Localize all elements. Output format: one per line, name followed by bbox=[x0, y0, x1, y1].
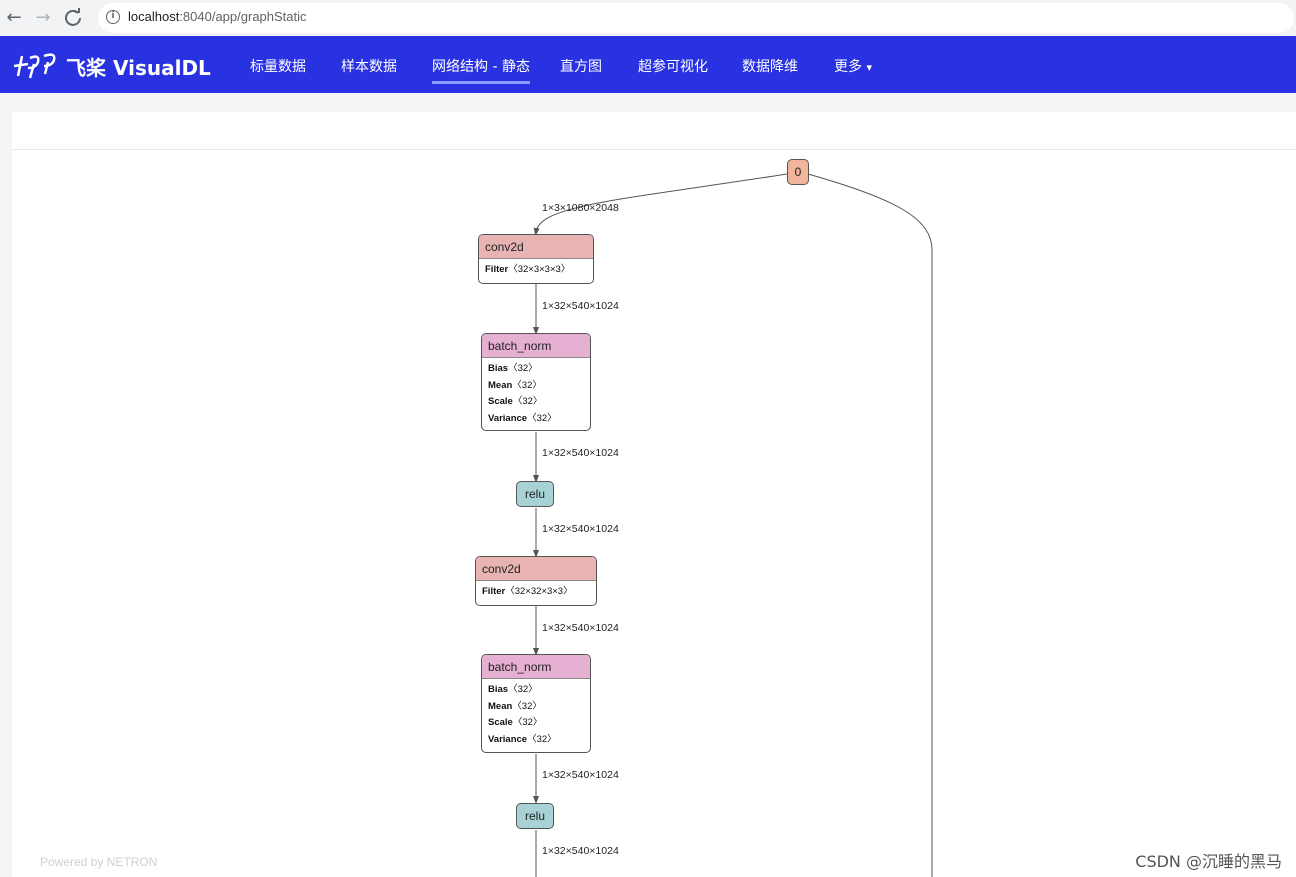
attr-name: Mean bbox=[488, 700, 513, 712]
edge-input-skip bbox=[807, 173, 933, 877]
attr-value: 〈32〉 bbox=[508, 363, 538, 374]
edge-label: 1×32×540×1024 bbox=[542, 523, 619, 535]
attr-name: Filter bbox=[482, 586, 506, 597]
attr-value: 〈32〉 bbox=[508, 684, 538, 695]
node-attribute: Mean〈32〉 bbox=[488, 699, 584, 716]
edge-label: 1×32×540×1024 bbox=[542, 769, 619, 781]
graph-input-node[interactable]: 0 bbox=[787, 159, 809, 185]
node-title: batch_norm bbox=[482, 334, 590, 358]
node-title: conv2d bbox=[476, 557, 596, 581]
attr-value: 〈32×32×3×3〉 bbox=[505, 586, 573, 597]
relu-node[interactable]: relu bbox=[516, 803, 554, 829]
edge-label: 1×3×1080×2048 bbox=[542, 202, 619, 214]
attr-value: 〈32×3×3×3〉 bbox=[508, 264, 571, 275]
node-title: conv2d bbox=[479, 235, 593, 259]
attr-value: 〈32〉 bbox=[512, 379, 542, 391]
node-attribute: Bias〈32〉 bbox=[488, 361, 584, 378]
node-attributes: Filter〈32×32×3×3〉 bbox=[476, 581, 596, 601]
attr-name: Scale bbox=[488, 717, 513, 728]
node-attribute: Filter〈32×3×3×3〉 bbox=[485, 262, 587, 279]
node-attribute: Bias〈32〉 bbox=[488, 682, 584, 699]
edge-label: 1×32×540×1024 bbox=[542, 622, 619, 634]
edge-label: 1×32×540×1024 bbox=[542, 300, 619, 312]
conv2d-node[interactable]: conv2d Filter〈32×32×3×3〉 bbox=[475, 556, 597, 606]
attr-value: 〈32〉 bbox=[527, 733, 557, 745]
graph-edges bbox=[533, 173, 933, 877]
conv2d-node[interactable]: conv2d Filter〈32×3×3×3〉 bbox=[478, 234, 594, 284]
attr-name: Variance bbox=[488, 412, 528, 424]
edge-label: 1×32×540×1024 bbox=[542, 447, 619, 459]
batch-norm-node[interactable]: batch_norm Bias〈32〉 Mean〈32〉 Scale〈32〉 V… bbox=[481, 333, 591, 431]
attr-name: Mean bbox=[488, 379, 513, 391]
node-attribute: Mean〈32〉 bbox=[488, 378, 584, 395]
node-attribute: Scale〈32〉 bbox=[488, 394, 584, 411]
node-attributes: Bias〈32〉 Mean〈32〉 Scale〈32〉 Variance〈32〉 bbox=[482, 679, 590, 748]
attr-name: Bias bbox=[488, 684, 509, 695]
powered-by-netron: Powered by NETRON bbox=[40, 855, 158, 869]
attr-value: 〈32〉 bbox=[527, 412, 557, 424]
node-attribute: Variance〈32〉 bbox=[488, 411, 584, 428]
watermark: CSDN @沉睡的黑马 bbox=[1135, 852, 1282, 871]
attr-name: Scale bbox=[488, 396, 513, 407]
batch-norm-node[interactable]: batch_norm Bias〈32〉 Mean〈32〉 Scale〈32〉 V… bbox=[481, 654, 591, 753]
node-attribute: Scale〈32〉 bbox=[488, 715, 584, 732]
node-attributes: Filter〈32×3×3×3〉 bbox=[479, 259, 593, 279]
attr-name: Bias bbox=[488, 363, 509, 374]
node-attribute: Variance〈32〉 bbox=[488, 732, 584, 749]
relu-node[interactable]: relu bbox=[516, 481, 554, 507]
node-attribute: Filter〈32×32×3×3〉 bbox=[482, 584, 590, 601]
node-attributes: Bias〈32〉 Mean〈32〉 Scale〈32〉 Variance〈32〉 bbox=[482, 358, 590, 427]
attr-value: 〈32〉 bbox=[512, 396, 543, 407]
edge-label: 1×32×540×1024 bbox=[542, 845, 619, 857]
attr-name: Filter bbox=[485, 264, 509, 275]
attr-value: 〈32〉 bbox=[512, 717, 543, 728]
attr-name: Variance bbox=[488, 733, 528, 745]
attr-value: 〈32〉 bbox=[512, 700, 542, 712]
node-title: batch_norm bbox=[482, 655, 590, 679]
